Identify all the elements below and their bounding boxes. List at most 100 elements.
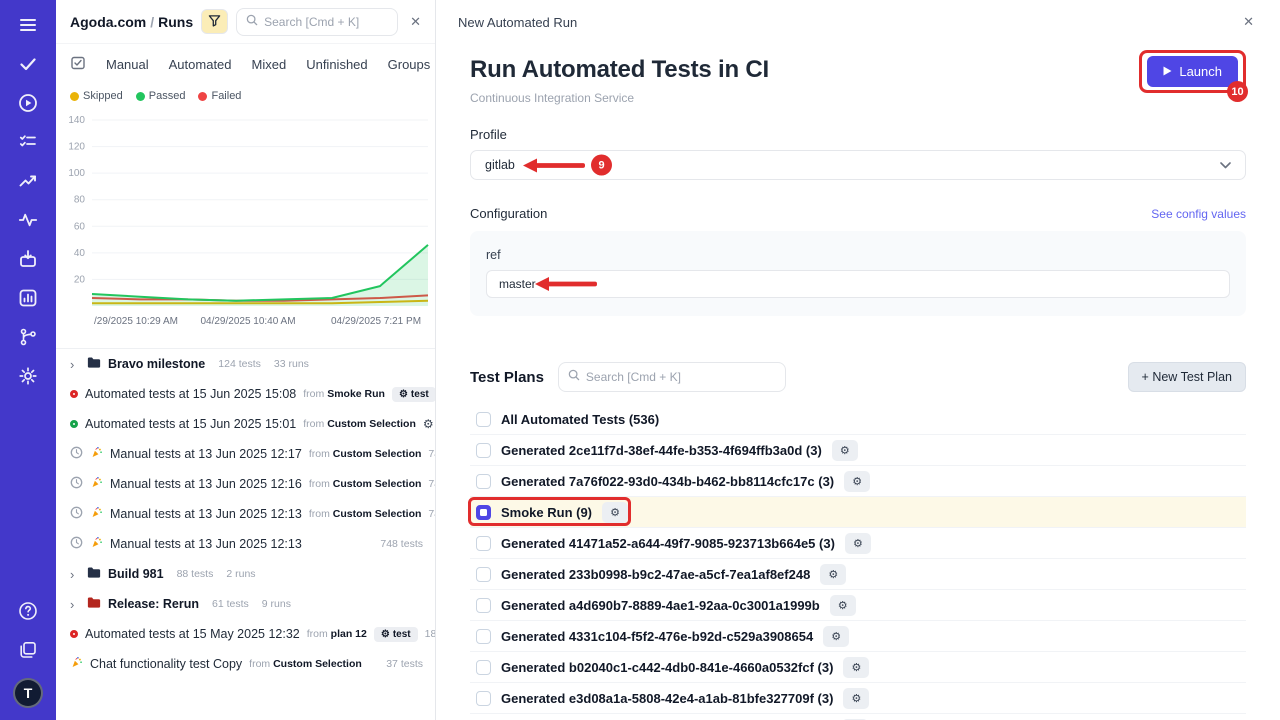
run-row[interactable]: Manual tests at 13 Jun 2025 12:13from Cu… [56,499,435,529]
play-circle-icon[interactable] [17,92,39,114]
ref-input[interactable]: master [486,270,1230,298]
run-list-icon[interactable] [17,131,39,153]
test-plan-row[interactable]: Smoke Run (9)⚙ [470,497,1246,528]
annotation-badge-10: 10 [1227,81,1248,102]
test-plans-search[interactable] [558,362,786,392]
runs-list: ›Bravo milestone124 tests33 runsAutomate… [56,348,435,720]
runs-search[interactable] [236,8,398,36]
plan-settings-button[interactable]: ⚙ [844,471,870,492]
folder-name: Bravo milestone [108,357,205,371]
plan-settings-button[interactable]: ⚙ [845,533,871,554]
chevron-right-icon[interactable]: › [70,357,80,372]
plan-label: Generated 4331c104-f5f2-476e-b92d-c529a3… [501,629,813,644]
run-test-badge[interactable]: ⚙ test [374,627,418,642]
test-plan-row[interactable]: Generated 7a76f022-93d0-434b-b462-bb8114… [470,466,1246,497]
plan-settings-button[interactable]: ⚙ [823,626,849,647]
run-folder-row[interactable]: ›Build 98188 tests2 runs [56,559,435,589]
plan-checkbox[interactable] [476,412,491,427]
run-row[interactable]: Automated tests at 15 Jun 2025 15:08from… [56,379,435,409]
breadcrumb-project[interactable]: Agoda.com [70,14,146,30]
tab-unfinished[interactable]: Unfinished [306,57,367,72]
plan-checkbox[interactable] [476,660,491,675]
tab-groups[interactable]: Groups [388,57,431,72]
projects-icon[interactable] [17,639,39,661]
test-plan-row[interactable]: Generated a4d690b7-8889-4ae1-92aa-0c3001… [470,590,1246,621]
filter-button[interactable] [201,9,228,34]
test-plan-row[interactable]: Generated 2ce11f7d-38ef-44fe-b353-4f694f… [470,435,1246,466]
app-sidebar: T [0,0,56,720]
plan-settings-button[interactable]: ⚙ [602,502,628,523]
chevron-down-icon [1220,158,1231,172]
plan-settings-button[interactable]: ⚙ [832,440,858,461]
plan-settings-button[interactable]: ⚙ [830,595,856,616]
report-icon[interactable] [70,55,86,74]
search-icon [568,368,580,386]
chevron-right-icon[interactable]: › [70,597,80,612]
plan-checkbox[interactable] [476,443,491,458]
test-plan-row[interactable]: Generated b02040c1-c442-4db0-841e-4660a0… [470,652,1246,683]
run-folder-row[interactable]: ›Bravo milestone124 tests33 runs [56,349,435,379]
run-row[interactable]: Manual tests at 13 Jun 2025 12:17from Cu… [56,439,435,469]
run-settings-icon[interactable]: ⚙ [423,417,435,431]
plan-checkbox[interactable] [476,474,491,489]
check-icon[interactable] [17,53,39,75]
plan-checkbox[interactable] [476,598,491,613]
test-plan-row[interactable]: Generated 4331c104-f5f2-476e-b92d-c529a3… [470,621,1246,652]
trend-icon[interactable] [17,170,39,192]
config-row: Configuration See config values [470,206,1246,221]
import-icon[interactable] [17,248,39,270]
plan-checkbox[interactable] [476,567,491,582]
run-row[interactable]: Automated tests at 15 May 2025 12:32from… [56,619,435,649]
menu-icon[interactable] [17,14,39,36]
test-plan-row[interactable]: Generated 83715b93-6c1e-4663-9417-ef23a4… [470,714,1246,720]
plan-settings-button[interactable]: ⚙ [843,688,869,709]
plan-settings-button[interactable]: ⚙ [843,657,869,678]
see-config-values-link[interactable]: See config values [1151,207,1246,221]
tab-mixed[interactable]: Mixed [252,57,287,72]
clock-icon [70,506,83,522]
tab-automated[interactable]: Automated [169,57,232,72]
profile-label: Profile [470,127,1246,142]
test-plan-row[interactable]: All Automated Tests (536) [470,404,1246,435]
folder-name: Release: Rerun [108,597,199,611]
launch-button[interactable]: Launch [1147,56,1238,87]
settings-icon[interactable] [17,365,39,387]
plan-label: Generated 233b0998-b9c2-47ae-a5cf-7ea1af… [501,567,810,582]
plan-checkbox[interactable] [476,629,491,644]
pulse-icon[interactable] [17,209,39,231]
run-row[interactable]: Manual tests at 13 Jun 2025 12:16from Cu… [56,469,435,499]
run-test-badge[interactable]: ⚙ test [392,387,435,402]
legend-label: Skipped [83,90,123,102]
new-test-plan-button[interactable]: + New Test Plan [1128,362,1246,392]
plan-settings-button[interactable]: ⚙ [820,564,846,585]
run-title: Manual tests at 13 Jun 2025 12:17 [110,447,302,461]
test-plans-search-input[interactable] [586,370,776,384]
run-row[interactable]: Automated tests at 15 Jun 2025 15:01from… [56,409,435,439]
run-folder-row[interactable]: ›Release: Rerun61 tests9 runs [56,589,435,619]
failed-run-icon [70,390,78,398]
runs-search-input[interactable] [264,15,388,29]
plan-checkbox[interactable] [476,505,491,520]
run-row[interactable]: Chat functionality test Copyfrom Custom … [56,649,435,679]
close-drawer-icon[interactable]: ✕ [1239,12,1258,32]
test-plan-row[interactable]: Generated e3d08a1a-5808-42e4-a1ab-81bfe3… [470,683,1246,714]
user-avatar[interactable]: T [13,678,43,708]
chevron-right-icon[interactable]: › [70,567,80,582]
profile-select[interactable]: gitlab 9 [470,150,1246,180]
help-icon[interactable] [17,600,39,622]
tab-manual[interactable]: Manual [106,57,149,72]
svg-text:/29/2025 10:29 AM: /29/2025 10:29 AM [94,316,178,327]
run-title: Manual tests at 13 Jun 2025 12:13 [110,507,302,521]
plan-label: All Automated Tests (536) [501,412,659,427]
plan-checkbox[interactable] [476,691,491,706]
test-plan-row[interactable]: Generated 233b0998-b9c2-47ae-a5cf-7ea1af… [470,559,1246,590]
new-run-drawer: New Automated Run ✕ Run Automated Tests … [436,0,1280,720]
analytics-icon[interactable] [17,287,39,309]
branch-icon[interactable] [17,326,39,348]
runs-chart: 20406080100120140/29/2025 10:29 AM04/29/… [56,106,434,340]
legend-item-failed: Failed [198,90,241,102]
plan-checkbox[interactable] [476,536,491,551]
close-panel-icon[interactable]: ✕ [406,12,425,32]
run-row[interactable]: Manual tests at 13 Jun 2025 12:13748 tes… [56,529,435,559]
test-plan-row[interactable]: Generated 41471a52-a644-49f7-9085-923713… [470,528,1246,559]
